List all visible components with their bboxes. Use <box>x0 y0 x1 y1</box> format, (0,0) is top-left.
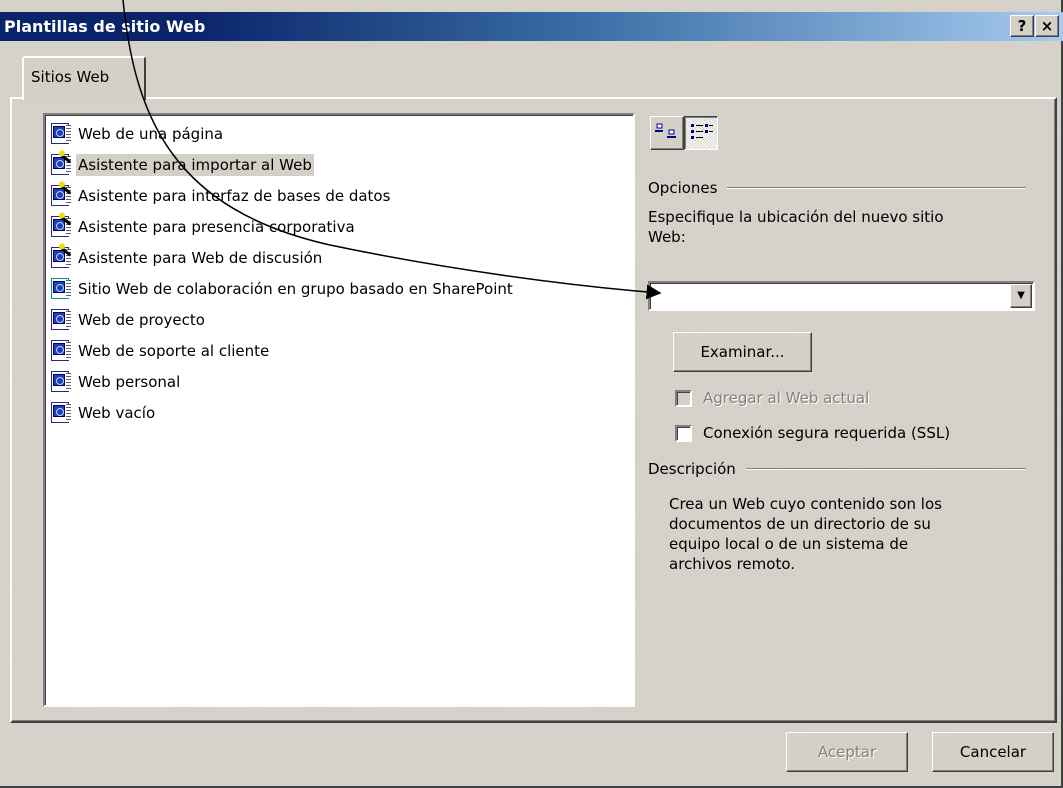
help-button[interactable]: ? <box>1010 15 1034 37</box>
options-group-label: Opciones <box>648 179 718 197</box>
close-button[interactable]: × <box>1035 15 1059 37</box>
options-group: Opciones <box>648 179 1026 197</box>
list-item[interactable]: Asistente para Web de discusión <box>48 242 633 273</box>
list-item[interactable]: Web de una página <box>48 118 633 149</box>
web-page-icon <box>48 308 76 332</box>
description-group: Descripción <box>648 460 1026 478</box>
list-item[interactable]: Asistente para importar al Web <box>48 149 633 180</box>
description-group-label: Descripción <box>648 460 736 478</box>
title-bar[interactable]: Plantillas de sitio Web <box>0 12 1063 41</box>
large-icons-view-button[interactable] <box>650 116 684 150</box>
chevron-down-icon: ▼ <box>1017 290 1025 301</box>
web-page-icon <box>48 401 76 425</box>
location-label: Especifique la ubicación del nuevo sitio… <box>648 208 944 246</box>
window-title: Plantillas de sitio Web <box>4 17 206 36</box>
group-divider <box>745 468 1026 470</box>
cancel-button[interactable]: Cancelar <box>932 732 1054 772</box>
large-icons-view-icon <box>655 123 676 138</box>
list-item[interactable]: Web de soporte al cliente <box>48 335 633 366</box>
list-view-icon <box>691 124 713 139</box>
web-page-icon <box>48 370 76 394</box>
list-item[interactable]: Web de proyecto <box>48 304 633 335</box>
description-text: Crea un Web cuyo contenido son los docum… <box>669 495 942 573</box>
web-page-icon <box>48 122 76 146</box>
browse-button[interactable]: Examinar... <box>673 332 812 372</box>
group-divider <box>727 187 1026 189</box>
list-item[interactable]: Asistente para presencia corporativa <box>48 211 633 242</box>
location-combobox[interactable]: ▼ <box>648 281 1035 311</box>
templates-list[interactable]: Web de una página Asistente para importa… <box>43 113 635 707</box>
list-item[interactable]: Asistente para interfaz de bases de dato… <box>48 180 633 211</box>
secure-connection-checkbox[interactable]: Conexión segura requerida (SSL) <box>675 424 950 442</box>
list-item[interactable]: Sitio Web de colaboración en grupo basad… <box>48 273 633 304</box>
checkbox-box[interactable] <box>675 424 692 442</box>
list-item[interactable]: Web vacío <box>48 397 633 428</box>
add-to-current-web-checkbox: Agregar al Web actual <box>675 389 869 407</box>
checkbox-box <box>675 389 692 407</box>
wizard-icon <box>48 245 76 270</box>
site-templates-dialog: Plantillas de sitio Web ? × Sitios Web W… <box>0 0 1063 788</box>
sharepoint-icon <box>48 277 76 301</box>
dropdown-arrow-button[interactable]: ▼ <box>1010 284 1032 308</box>
list-view-button[interactable] <box>684 116 718 150</box>
tab-sitios-web[interactable]: Sitios Web <box>22 56 146 100</box>
list-item[interactable]: Web personal <box>48 366 633 397</box>
wizard-icon <box>48 214 76 239</box>
accept-button: Aceptar <box>786 732 908 772</box>
web-page-icon <box>48 339 76 363</box>
wizard-icon <box>48 152 76 177</box>
wizard-icon <box>48 183 76 208</box>
tab-label: Sitios Web <box>31 68 110 86</box>
